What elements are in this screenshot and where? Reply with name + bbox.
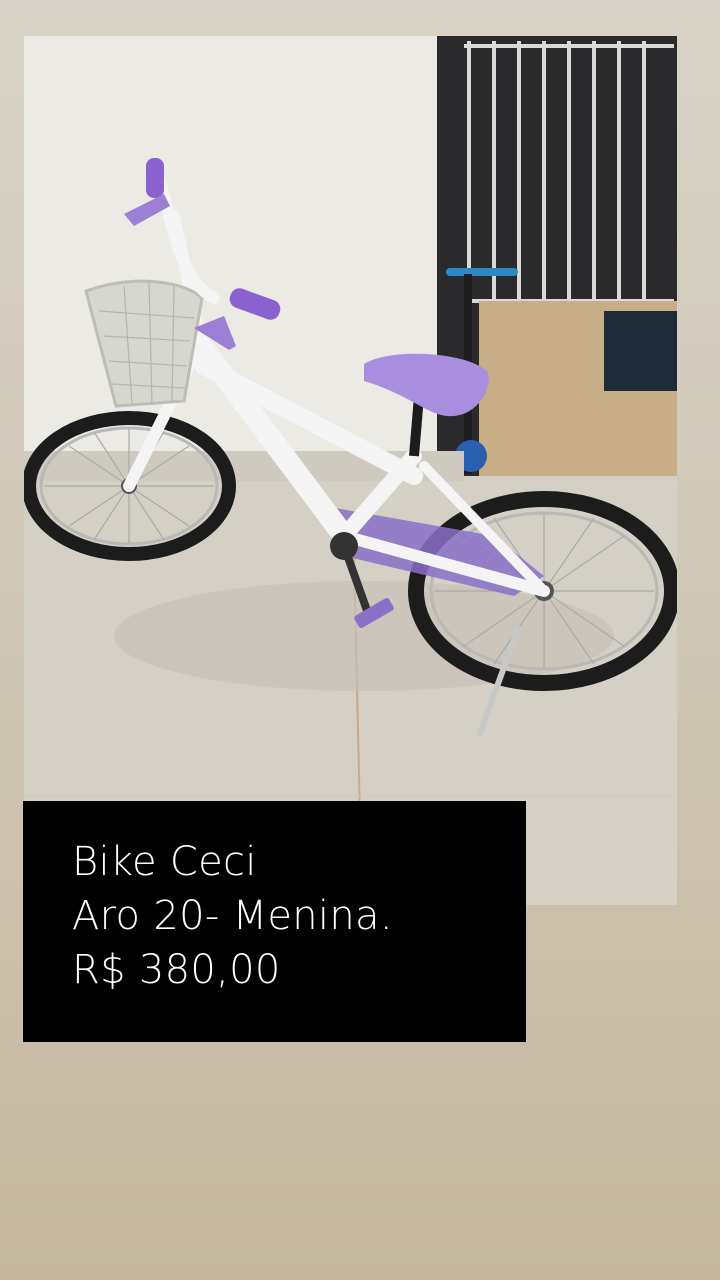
seat-post <box>409 395 424 457</box>
gate-bars <box>464 41 674 306</box>
bicycle-photo <box>24 36 677 905</box>
backpack <box>604 311 677 391</box>
caption-box: Bike Ceci Aro 20- Menina. R$ 380,00 <box>23 801 526 1042</box>
grip-left <box>146 158 164 198</box>
caption-title: Bike Ceci <box>72 839 257 885</box>
story-frame: Bike Ceci Aro 20- Menina. R$ 380,00 <box>0 0 720 1280</box>
scooter-handle <box>446 268 518 276</box>
caption-price: R$ 380,00 <box>72 947 281 993</box>
product-photo <box>24 36 677 905</box>
caption-size: Aro 20- Menina. <box>72 893 393 939</box>
